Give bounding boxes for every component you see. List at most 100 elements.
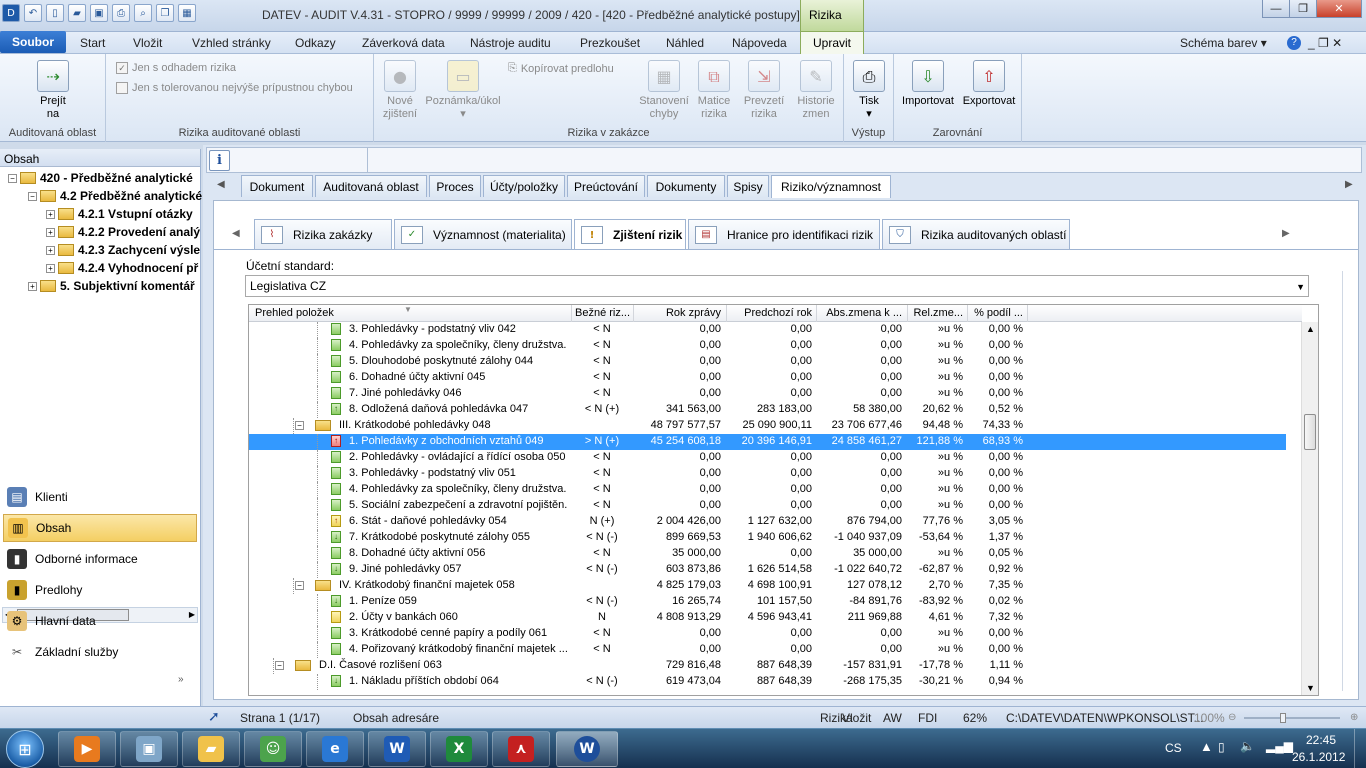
show-desktop-button[interactable] (1354, 729, 1366, 768)
taskbar-folders[interactable]: ▰ (182, 731, 240, 767)
tray-network-icon[interactable]: ▂▄▆ (1266, 739, 1293, 753)
undo-icon[interactable]: ↶ (24, 4, 42, 22)
table-row[interactable]: − D.I. Časové rozlišení 063 729 816,48 887 … (249, 658, 1302, 674)
menu-napoveda[interactable]: Nápoveda (732, 36, 787, 50)
tree-node-5[interactable]: +5. Subjektivní komentář (28, 279, 195, 293)
nav-odborne-informace[interactable]: ▮ Odborné informace (3, 545, 197, 573)
taskbar-explorer-pc[interactable]: ▣ (120, 731, 178, 767)
historie-zmen-button[interactable]: ✎ Historie zmen (792, 60, 840, 121)
expand-icon[interactable]: + (46, 263, 55, 273)
col-header-previous[interactable]: Predchozí rok (730, 307, 812, 319)
standard-select[interactable]: Legislativa CZ ▼ (245, 275, 1309, 297)
tree-node-4-2[interactable]: − 4.2 Předběžné analytické (28, 189, 202, 203)
matice-rizika-button[interactable]: ⧉ Matice rizika (694, 60, 734, 121)
panel-scrollbar[interactable] (1342, 271, 1354, 691)
tab-dokumenty[interactable]: Dokumenty (647, 175, 725, 197)
table-row[interactable]: ↓ 1. Nákladu příštích období 064 < N (-) 61… (249, 674, 1302, 690)
close-button[interactable]: ✕ (1316, 0, 1362, 18)
table-row[interactable]: − IV. Krátkodobý finanční majetek 058 4 82… (249, 578, 1302, 594)
table-row[interactable]: ↓ 7. Krátkodobé poskytnuté zálohy 055 < N … (249, 530, 1302, 546)
minimize-button[interactable]: — (1262, 0, 1290, 18)
menu-vzhled[interactable]: Vzhled stránky (192, 36, 271, 50)
nav-predlohy[interactable]: ▮ Predlohy (3, 576, 197, 604)
taskbar-internet-explorer[interactable]: e (306, 731, 364, 767)
table-row[interactable]: 3. Pohledávky - podstatný vliv 042 < N 0,0… (249, 322, 1302, 338)
tree-node-4-2-2[interactable]: +4.2.2 Provedení analý (46, 225, 200, 239)
chk-jen-s-tolerovanou[interactable]: Jen s tolerovanou nejvýše prípustnou chy… (116, 82, 353, 94)
zoom-slider[interactable] (1244, 717, 1340, 719)
tab-dokument[interactable]: Dokument (241, 175, 313, 197)
menu-nastroje[interactable]: Nástroje auditu (470, 36, 551, 50)
table-row[interactable]: 2. Pohledávky - ovládající a řídící osob… (249, 450, 1302, 466)
table-row[interactable]: ↓ 1. Peníze 059 < N (-) 16 265,74 101 157,50… (249, 594, 1302, 610)
table-row[interactable]: 4. Pohledávky za společníky, členy družs… (249, 482, 1302, 498)
expand-icon[interactable]: + (46, 227, 55, 237)
kopirovat-predlohu-button[interactable]: ⎘ Kopírovat predlohu (508, 62, 614, 75)
nav-klienti[interactable]: ▤ Klienti (3, 483, 197, 511)
ribbon-minimize-icon[interactable]: _ ❐ ✕ (1308, 36, 1342, 50)
open-folder-icon[interactable]: ▰ (68, 4, 86, 22)
tray-volume-icon[interactable]: 🔈 (1240, 739, 1255, 753)
table-row[interactable]: 5. Sociální zabezpečení a zdravotní poji… (249, 498, 1302, 514)
stanoveni-chyby-button[interactable]: ▦ Stanovení chyby (636, 60, 692, 121)
maximize-button[interactable]: ❐ (1289, 0, 1317, 18)
collapse-icon[interactable]: − (295, 421, 304, 430)
tab-riziko-vyznamnost[interactable]: Riziko/významnost (771, 175, 891, 198)
table-row[interactable]: − III. Krátkodobé pohledávky 048 48 797 57… (249, 418, 1302, 434)
col-header-current[interactable]: Rok zprávy (637, 307, 721, 319)
print-icon[interactable]: ⎙ (112, 4, 130, 22)
menu-nahled[interactable]: Náhled (666, 36, 704, 50)
taskbar-word[interactable]: W (368, 731, 426, 767)
menu-odkazy[interactable]: Odkazy (295, 36, 336, 50)
importovat-button[interactable]: ⇩ Importovat (900, 60, 956, 108)
file-menu-button[interactable]: Soubor (0, 31, 66, 53)
copy-icon[interactable]: ❐ (156, 4, 174, 22)
expand-icon[interactable]: + (28, 281, 37, 291)
schema-barev-dropdown[interactable]: Schéma barev ▾ (1180, 36, 1267, 50)
table-row[interactable]: 2. Účty v bankách 060 N 4 808 913,29 4 596 … (249, 610, 1302, 626)
table-row[interactable]: ↓ 9. Jiné pohledávky 057 < N (-) 603 873,86… (249, 562, 1302, 578)
tisk-button[interactable]: ⎙ Tisk ▾ (849, 60, 889, 121)
collapse-icon[interactable]: − (275, 661, 284, 670)
expand-icon[interactable]: + (46, 209, 55, 219)
tray-time[interactable]: 22:45 (1306, 733, 1336, 747)
new-doc-icon[interactable]: ▯ (46, 4, 64, 22)
collapse-icon[interactable]: − (28, 191, 37, 201)
taskbar-datev-audit[interactable]: W (556, 731, 618, 767)
col-header-rel[interactable]: Rel.zme... (911, 307, 963, 319)
collapse-icon[interactable]: − (8, 173, 17, 183)
layout-icon[interactable]: ▦ (178, 4, 196, 22)
nav-zakladni-sluzby[interactable]: ✂ Základní služby (3, 638, 197, 666)
tab-upravit[interactable]: Upravit (800, 31, 864, 54)
tree-node-4-2-1[interactable]: +4.2.1 Vstupní otázky (46, 207, 193, 221)
tray-arrow-icon[interactable]: ▲ (1200, 739, 1213, 754)
table-row[interactable]: 3. Pohledávky - podstatný vliv 051 < N 0,0… (249, 466, 1302, 482)
app-logo-icon[interactable]: D (2, 4, 20, 22)
taskbar-messenger[interactable]: ☺ (244, 731, 302, 767)
table-row[interactable]: ↑ 6. Stát - daňové pohledávky 054 N (+) 2 0… (249, 514, 1302, 530)
tab-auditovana-oblast[interactable]: Auditovaná oblast (315, 175, 427, 197)
zoom-thumb[interactable] (1280, 713, 1286, 723)
menu-prezkouset[interactable]: Prezkoušet (580, 36, 640, 50)
menu-vlozit[interactable]: Vložit (133, 36, 162, 50)
subtab-zjisteni-rizik[interactable]: ! Zjištení rizik (574, 219, 686, 250)
table-row[interactable]: 4. Pořizovaný krátkodobý finanční majete… (249, 642, 1302, 658)
table-row[interactable]: 6. Dohadné účty aktivní 045 < N 0,00 0,00 0,… (249, 370, 1302, 386)
tree-node-420[interactable]: − 420 - Předběžné analytické (8, 171, 193, 185)
poznamka-ukol-button[interactable]: ▭ Poznámka/úkol ▾ (422, 60, 504, 121)
nav-obsah[interactable]: ▥ Obsah (3, 514, 197, 542)
table-row[interactable]: 8. Dohadné účty aktivní 056 < N 35 000,00 0… (249, 546, 1302, 562)
table-row[interactable]: ↑ 8. Odložená daňová pohledávka 047 < N (+… (249, 402, 1302, 418)
zoom-out-icon[interactable]: ⊖ (1228, 712, 1236, 723)
tab-scroll-left-icon[interactable]: ◀ (217, 179, 225, 190)
zoom-in-icon[interactable]: ⊕ (1350, 712, 1358, 723)
tab-scroll-right-icon[interactable]: ▶ (1345, 179, 1353, 190)
chk-jen-s-odhadem[interactable]: ✓ Jen s odhadem rizika (116, 62, 236, 74)
tree-node-4-2-3[interactable]: +4.2.3 Zachycení výsle (46, 243, 200, 257)
tab-spisy[interactable]: Spisy (727, 175, 769, 197)
subtab-rizika-zakazky[interactable]: ⌇ Rizika zakázky (254, 219, 392, 249)
scroll-down-icon[interactable]: ▼ (1306, 683, 1315, 693)
table-row[interactable]: 7. Jiné pohledávky 046 < N 0,00 0,00 0,00 »u … (249, 386, 1302, 402)
nove-zjisteni-button[interactable]: ● Nové zjištení (380, 60, 420, 121)
exportovat-button[interactable]: ⇧ Exportovat (960, 60, 1018, 108)
